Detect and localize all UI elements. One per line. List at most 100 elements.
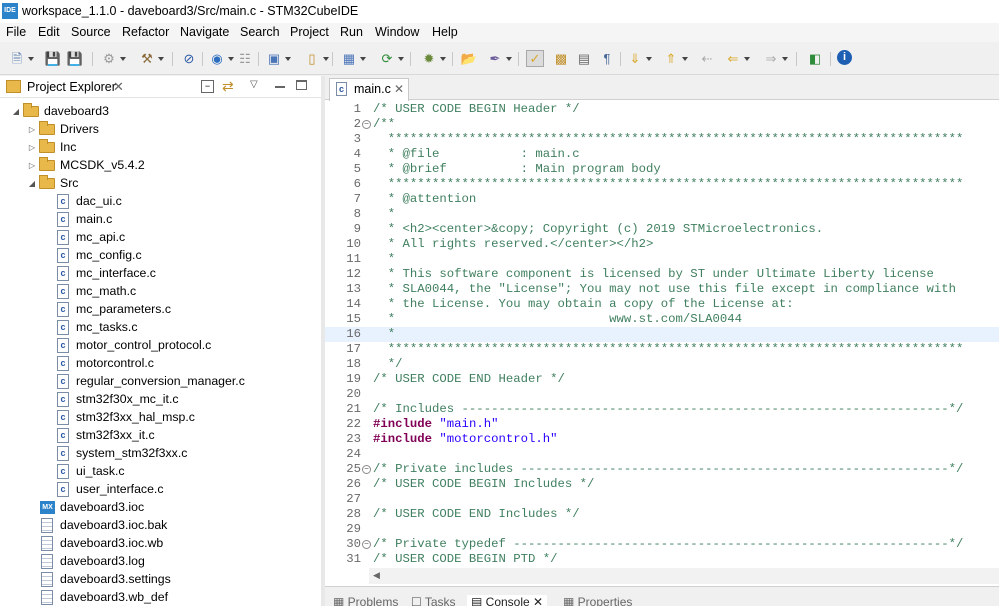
- menu-window[interactable]: Window: [375, 25, 419, 39]
- link-editor-icon[interactable]: ⇄: [222, 78, 234, 95]
- fold-toggle-icon[interactable]: −: [362, 540, 371, 549]
- tree-file[interactable]: c stm32f3xx_it.c: [57, 426, 155, 444]
- code-line[interactable]: 31 /* USER CODE BEGIN PTD */: [325, 552, 999, 567]
- horizontal-scrollbar[interactable]: ◀: [369, 568, 999, 584]
- launch-icon[interactable]: ☷: [236, 50, 254, 67]
- expanded-icon[interactable]: ◢: [28, 179, 36, 188]
- code-line[interactable]: 2−/**: [325, 117, 999, 132]
- tab-console[interactable]: ▤ Console ✕: [467, 595, 548, 606]
- save-all-icon[interactable]: 💾: [66, 50, 84, 67]
- whitespace-icon[interactable]: ¶: [598, 50, 616, 67]
- tree-project[interactable]: ◢ daveboard3: [12, 102, 109, 120]
- search-pen-icon[interactable]: ✒: [486, 50, 512, 67]
- info-icon[interactable]: i: [837, 50, 852, 65]
- hammer-icon[interactable]: ⚒: [138, 50, 164, 67]
- save-icon[interactable]: 💾: [44, 50, 62, 67]
- code-line[interactable]: 25−/* Private includes -----------------…: [325, 462, 999, 477]
- fold-toggle-icon[interactable]: −: [362, 465, 371, 474]
- code-line[interactable]: 17 *************************************…: [325, 342, 999, 357]
- tree-file[interactable]: c motor_control_protocol.c: [57, 336, 211, 354]
- tree-file[interactable]: c mc_config.c: [57, 246, 142, 264]
- tree-file[interactable]: c stm32f30x_mc_it.c: [57, 390, 179, 408]
- collapsed-icon[interactable]: ▷: [28, 143, 36, 152]
- tree-folder[interactable]: ◢ Src: [28, 174, 78, 192]
- tree-folder[interactable]: ▷ MCSDK_v5.4.2: [28, 156, 145, 174]
- code-line[interactable]: 27: [325, 492, 999, 507]
- debug-bug-icon[interactable]: ⟳: [378, 50, 404, 67]
- tree-folder[interactable]: ▷ Inc: [28, 138, 76, 156]
- pin-editor-icon[interactable]: ◧: [806, 50, 824, 67]
- tree-file[interactable]: c stm32f3xx_hal_msp.c: [57, 408, 195, 426]
- code-line[interactable]: 24: [325, 447, 999, 462]
- code-area[interactable]: 1/* USER CODE BEGIN Header */2−/** 3 ****…: [325, 102, 999, 568]
- tree-file[interactable]: c ui_task.c: [57, 462, 125, 480]
- menu-run[interactable]: Run: [340, 25, 363, 39]
- scroll-left-icon[interactable]: ◀: [373, 570, 380, 581]
- code-line[interactable]: 15 * www.st.com/SLA0044: [325, 312, 999, 327]
- collapsed-icon[interactable]: ▷: [28, 161, 36, 170]
- tree-file[interactable]: c regular_conversion_manager.c: [57, 372, 245, 390]
- skip-breakpoints-icon[interactable]: ⊘: [180, 50, 198, 67]
- next-annotation-icon[interactable]: ⇓: [626, 50, 652, 67]
- tree-file[interactable]: c motorcontrol.c: [57, 354, 154, 372]
- tree-folder[interactable]: ▷ Drivers: [28, 120, 99, 138]
- collapsed-icon[interactable]: ▷: [28, 125, 36, 134]
- tab-main-c[interactable]: c main.c ✕: [329, 78, 409, 101]
- maximize-icon[interactable]: [296, 80, 307, 90]
- tree-file[interactable]: daveboard3.settings: [41, 570, 171, 588]
- tree-file[interactable]: c mc_parameters.c: [57, 300, 171, 318]
- new-class-icon[interactable]: ▦: [340, 50, 366, 67]
- code-line[interactable]: 3 **************************************…: [325, 132, 999, 147]
- tree-file[interactable]: c mc_math.c: [57, 282, 136, 300]
- open-type-icon[interactable]: ▯: [303, 50, 329, 67]
- code-line[interactable]: 23 #include "motorcontrol.h": [325, 432, 999, 447]
- close-icon[interactable]: ✕: [394, 82, 404, 96]
- new-icon[interactable]: 🗎: [8, 50, 34, 67]
- debug-globe-icon[interactable]: ◉: [208, 50, 234, 67]
- code-line[interactable]: 12 * This software component is licensed…: [325, 267, 999, 282]
- forward-icon[interactable]: ⇒: [762, 50, 788, 67]
- menu-navigate[interactable]: Navigate: [180, 25, 229, 39]
- menu-project[interactable]: Project: [290, 25, 329, 39]
- word-wrap-icon[interactable]: ▤: [575, 50, 593, 67]
- tree-file[interactable]: c mc_interface.c: [57, 264, 156, 282]
- tab-problems[interactable]: ▦ Problems: [333, 595, 398, 606]
- view-menu-icon[interactable]: ▽: [250, 79, 258, 90]
- code-line[interactable]: 16 *: [325, 327, 999, 342]
- code-line[interactable]: 19 /* USER CODE END Header */: [325, 372, 999, 387]
- code-line[interactable]: 1 /* USER CODE BEGIN Header */: [325, 102, 999, 117]
- minimize-icon[interactable]: [275, 86, 285, 88]
- tree-file[interactable]: c user_interface.c: [57, 480, 164, 498]
- toggle-mark-icon[interactable]: ✓: [526, 50, 544, 67]
- collapse-all-icon[interactable]: −: [201, 80, 214, 93]
- code-line[interactable]: 28 /* USER CODE END Includes */: [325, 507, 999, 522]
- code-line[interactable]: 10 * All rights reserved.</center></h2>: [325, 237, 999, 252]
- menu-source[interactable]: Source: [71, 25, 111, 39]
- tree-file[interactable]: daveboard3.ioc.bak: [41, 516, 167, 534]
- tab-tasks[interactable]: ☐ Tasks: [411, 595, 456, 606]
- menu-file[interactable]: File: [6, 25, 26, 39]
- tree-file[interactable]: MX daveboard3.ioc: [40, 498, 144, 516]
- tree-file[interactable]: c main.c: [57, 210, 112, 228]
- tree-file[interactable]: daveboard3.ioc.wb: [41, 534, 163, 552]
- tree-file[interactable]: c system_stm32f3xx.c: [57, 444, 187, 462]
- code-line[interactable]: 14 * the License. You may obtain a copy …: [325, 297, 999, 312]
- code-line[interactable]: 26 /* USER CODE BEGIN Includes */: [325, 477, 999, 492]
- code-line[interactable]: 21 /* Includes --------------------------…: [325, 402, 999, 417]
- code-line[interactable]: 8 *: [325, 207, 999, 222]
- code-line[interactable]: 9 * <h2><center>&copy; Copyright (c) 201…: [325, 222, 999, 237]
- menu-search[interactable]: Search: [240, 25, 280, 39]
- code-line[interactable]: 6 **************************************…: [325, 177, 999, 192]
- code-line[interactable]: 18 */: [325, 357, 999, 372]
- code-line[interactable]: 13 * SLA0044, the "License"; You may not…: [325, 282, 999, 297]
- tree-file[interactable]: daveboard3.log: [41, 552, 145, 570]
- code-line[interactable]: 7 * @attention: [325, 192, 999, 207]
- tree-file[interactable]: c dac_ui.c: [57, 192, 122, 210]
- expanded-icon[interactable]: ◢: [12, 107, 20, 116]
- fold-toggle-icon[interactable]: −: [362, 120, 371, 129]
- code-line[interactable]: 29: [325, 522, 999, 537]
- menu-refactor[interactable]: Refactor: [122, 25, 169, 39]
- build-settings-icon[interactable]: ⚙: [100, 50, 126, 67]
- last-edit-icon[interactable]: ⇠: [698, 50, 716, 67]
- tree-file[interactable]: daveboard3.wb_def: [41, 588, 168, 606]
